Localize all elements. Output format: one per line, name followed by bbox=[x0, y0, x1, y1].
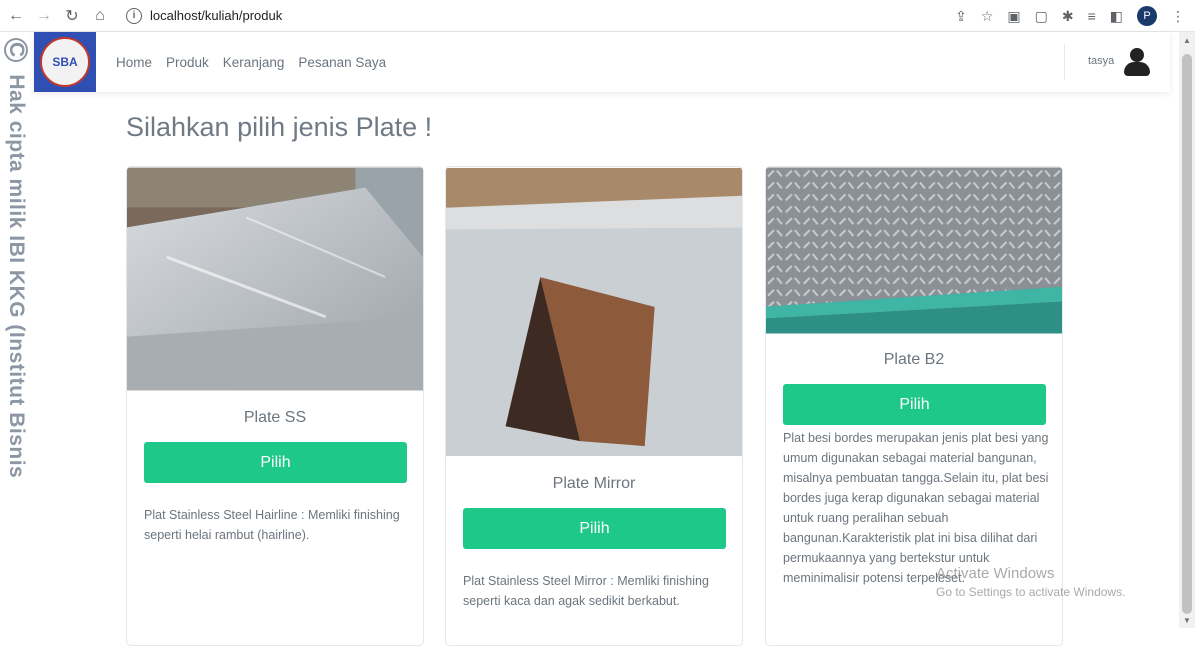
reload-icon[interactable]: ↻ bbox=[62, 6, 82, 26]
pilih-button-plate-ss[interactable]: Pilih bbox=[144, 442, 407, 483]
top-navbar: SBA Home Produk Keranjang Pesanan Saya t… bbox=[34, 32, 1170, 92]
brand-logo[interactable]: SBA bbox=[34, 32, 96, 92]
scroll-thumb[interactable] bbox=[1182, 54, 1192, 614]
nav-link-keranjang[interactable]: Keranjang bbox=[223, 55, 285, 70]
product-title: Plate SS bbox=[243, 409, 307, 426]
activate-windows-title: Activate Windows bbox=[936, 565, 1055, 582]
site-info-icon[interactable]: i bbox=[126, 7, 142, 24]
product-description: Plat besi bordes merupakan jenis plat be… bbox=[783, 431, 1049, 585]
navbar-divider bbox=[1064, 44, 1065, 80]
share-icon[interactable]: ⇪ bbox=[955, 8, 967, 25]
product-card-plate-ss: Plate SS Pilih Plat Stainless Steel Hair… bbox=[126, 166, 424, 646]
user-avatar-icon[interactable] bbox=[1124, 48, 1150, 76]
puzzle-icon[interactable]: ✱ bbox=[1062, 8, 1074, 25]
back-icon[interactable]: ← bbox=[6, 6, 26, 26]
product-title: Plate Mirror bbox=[552, 475, 636, 492]
pilih-button-plate-mirror[interactable]: Pilih bbox=[463, 508, 726, 549]
bookmark-star-icon[interactable]: ☆ bbox=[981, 8, 994, 25]
pilih-button-plate-b2[interactable]: Pilih bbox=[783, 384, 1046, 425]
browser-actions: ⇪ ☆ ▣ ▢ ✱ ≡ ◧ P ⋮ bbox=[955, 6, 1185, 26]
nav-links: Home Produk Keranjang Pesanan Saya bbox=[116, 55, 386, 70]
page-title: Silahkan pilih jenis Plate ! bbox=[126, 112, 433, 142]
menu-kebab-icon[interactable]: ⋮ bbox=[1171, 8, 1185, 25]
nav-link-produk[interactable]: Produk bbox=[166, 55, 209, 70]
watermark-text: Hak cipta milik IBI KKG (Institut Bisnis bbox=[5, 74, 28, 479]
profile-avatar[interactable]: P bbox=[1137, 6, 1157, 26]
copyright-watermark: C Hak cipta milik IBI KKG (Institut Bisn… bbox=[0, 32, 30, 628]
reading-list-icon[interactable]: ≡ bbox=[1088, 8, 1096, 24]
product-image-plate-mirror bbox=[446, 167, 742, 457]
page-scrollbar[interactable]: ▲ ▼ bbox=[1179, 32, 1195, 628]
address-bar[interactable]: localhost/kuliah/produk bbox=[150, 8, 282, 23]
scroll-up-icon[interactable]: ▲ bbox=[1183, 36, 1191, 45]
product-title: Plate B2 bbox=[883, 351, 945, 368]
nav-link-pesanan-saya[interactable]: Pesanan Saya bbox=[298, 55, 386, 70]
user-name[interactable]: tasya bbox=[1088, 55, 1114, 67]
product-description: Plat Stainless Steel Hairline : Memliki … bbox=[144, 508, 400, 542]
forward-icon[interactable]: → bbox=[34, 6, 54, 26]
copyright-symbol: C bbox=[4, 38, 28, 62]
logo-emblem: SBA bbox=[40, 37, 90, 87]
extension-icon[interactable]: ▣ bbox=[1007, 8, 1020, 25]
product-image-plate-b2 bbox=[766, 167, 1062, 334]
activate-windows-subtitle: Go to Settings to activate Windows. bbox=[936, 585, 1126, 599]
logo-text: SBA bbox=[52, 55, 78, 69]
extension-icon-2[interactable]: ▢ bbox=[1035, 8, 1048, 25]
product-card-plate-mirror: Plate Mirror Pilih Plat Stainless Steel … bbox=[445, 166, 743, 646]
product-image-plate-ss bbox=[127, 167, 423, 391]
nav-link-home[interactable]: Home bbox=[116, 55, 152, 70]
side-panel-icon[interactable]: ◧ bbox=[1110, 8, 1123, 25]
scroll-down-icon[interactable]: ▼ bbox=[1183, 616, 1191, 625]
browser-toolbar: ← → ↻ ⌂ i localhost/kuliah/produk ⇪ ☆ ▣ … bbox=[0, 0, 1195, 32]
home-icon[interactable]: ⌂ bbox=[90, 6, 110, 26]
product-description: Plat Stainless Steel Mirror : Memliki fi… bbox=[463, 574, 709, 608]
